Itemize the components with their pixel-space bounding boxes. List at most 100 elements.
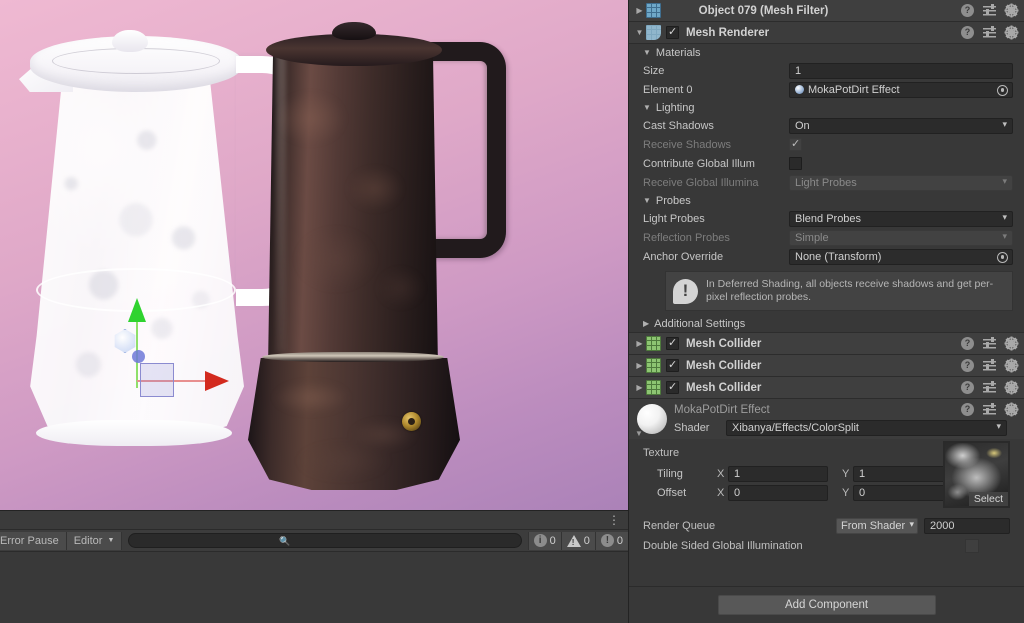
preset-icon[interactable]: [983, 337, 996, 350]
gear-icon[interactable]: [1005, 337, 1018, 350]
foldout-arrow-expanded-icon: ▼: [643, 103, 651, 112]
foldout-arrow-expanded-icon[interactable]: ▼: [635, 429, 643, 438]
offset-x-input[interactable]: 0: [728, 484, 828, 501]
white-pot-base: [36, 420, 232, 446]
section-probes[interactable]: ▼ Probes: [629, 192, 1024, 209]
gear-icon[interactable]: [1005, 359, 1018, 372]
tiling-y-input[interactable]: 1: [853, 465, 953, 482]
add-component-button[interactable]: Add Component: [717, 595, 936, 615]
row-double-sided-gi: Double Sided Global Illumination: [629, 536, 1024, 556]
info-count: 0: [549, 534, 556, 547]
foldout-arrow-collapsed-icon[interactable]: ▶: [633, 339, 646, 348]
offset-y-value: 0: [859, 486, 866, 499]
element-0-object-field[interactable]: MokaPotDirt Effect: [789, 81, 1013, 98]
render-queue-mode-dropdown[interactable]: From Shader: [836, 518, 918, 534]
header-icons: [961, 4, 1018, 17]
gear-icon[interactable]: [1005, 381, 1018, 394]
mesh-collider-enabled-checkbox[interactable]: [666, 380, 679, 394]
row-light-probes: Light Probes Blend Probes: [629, 209, 1024, 228]
mesh-collider-enabled-checkbox[interactable]: [666, 336, 679, 350]
gear-icon[interactable]: [1005, 403, 1018, 416]
render-queue-value-input[interactable]: 2000: [924, 518, 1010, 534]
preset-icon[interactable]: [983, 381, 996, 394]
help-icon[interactable]: [961, 359, 974, 372]
tiling-x-input[interactable]: 1: [728, 465, 828, 482]
preset-icon[interactable]: [983, 403, 996, 416]
anchor-override-object-field[interactable]: None (Transform): [789, 248, 1013, 265]
reflection-probes-label: Reflection Probes: [643, 231, 730, 244]
material-header[interactable]: MokaPotDirt Effect Shader Xibanya/Effect…: [629, 399, 1024, 439]
info-counter[interactable]: i 0: [527, 531, 561, 550]
search-icon: 🔍: [279, 536, 291, 546]
foldout-arrow-collapsed-icon[interactable]: ▶: [633, 383, 646, 392]
help-icon[interactable]: [961, 381, 974, 394]
search-input[interactable]: 🔍: [128, 533, 522, 548]
help-icon[interactable]: [961, 26, 974, 39]
foldout-arrow-collapsed-icon[interactable]: ▶: [633, 6, 646, 15]
texture-thumbnail[interactable]: Select: [943, 441, 1010, 508]
scene-viewport[interactable]: [0, 0, 628, 510]
help-icon[interactable]: [961, 403, 974, 416]
cast-shadows-dropdown[interactable]: On: [789, 117, 1013, 134]
offset-y-label: Y: [842, 486, 850, 499]
offset-y-input[interactable]: 0: [853, 484, 953, 501]
contribute-gi-checkbox[interactable]: [789, 157, 802, 170]
component-header-mesh-filter[interactable]: ▶ Object 079 (Mesh Filter): [629, 0, 1024, 22]
preset-icon[interactable]: [983, 359, 996, 372]
white-pot-lid-seam: [52, 48, 220, 74]
preset-icon[interactable]: [983, 26, 996, 39]
gizmo-xy-plane-handle[interactable]: [140, 363, 174, 397]
dark-pot-base-grime: [248, 358, 460, 490]
object-picker-icon[interactable]: [997, 84, 1008, 96]
mesh-collider-enabled-checkbox[interactable]: [666, 358, 679, 372]
info-exclamation-icon: [673, 278, 698, 304]
header-icons: [961, 26, 1018, 39]
gear-icon[interactable]: [1005, 4, 1018, 17]
help-icon[interactable]: [961, 337, 974, 350]
component-header-mesh-renderer[interactable]: ▼ Mesh Renderer: [629, 22, 1024, 44]
help-icon[interactable]: [961, 4, 974, 17]
double-sided-gi-checkbox[interactable]: [965, 539, 979, 553]
dark-pot-grime: [268, 48, 438, 368]
editor-dropdown[interactable]: Editor ▼: [66, 531, 123, 550]
header-icons: [961, 381, 1018, 394]
foldout-arrow-collapsed-icon[interactable]: ▶: [633, 361, 646, 370]
warning-icon: [566, 534, 581, 547]
object-picker-icon[interactable]: [997, 251, 1008, 263]
console-log-list[interactable]: [0, 552, 628, 623]
element-0-value: MokaPotDirt Effect: [808, 83, 900, 96]
shader-row: Shader Xibanya/Effects/ColorSplit: [674, 420, 1018, 436]
material-name: MokaPotDirt Effect: [674, 404, 770, 416]
dark-pot-highlight: [276, 52, 286, 352]
shader-dropdown[interactable]: Xibanya/Effects/ColorSplit: [726, 420, 1007, 436]
section-lighting[interactable]: ▼ Lighting: [629, 99, 1024, 116]
component-header-mesh-collider-2[interactable]: ▶ Mesh Collider: [629, 355, 1024, 377]
light-probes-dropdown[interactable]: Blend Probes: [789, 210, 1013, 227]
render-queue-mode-value: From Shader: [841, 520, 906, 532]
section-additional-settings[interactable]: ▶ Additional Settings: [629, 315, 1024, 332]
error-counter[interactable]: ! 0: [594, 531, 628, 550]
section-materials[interactable]: ▼ Materials: [629, 44, 1024, 61]
component-header-mesh-collider-3[interactable]: ▶ Mesh Collider: [629, 377, 1024, 399]
mesh-collider-title: Mesh Collider: [686, 381, 762, 394]
foldout-arrow-expanded-icon[interactable]: ▼: [633, 28, 646, 37]
gear-icon[interactable]: [1005, 26, 1018, 39]
warning-counter[interactable]: 0: [560, 531, 595, 550]
kebab-menu-icon[interactable]: ⋮: [608, 513, 620, 528]
contribute-gi-label: Contribute Global Illum: [643, 157, 755, 170]
gizmo-z-axis-handle[interactable]: [132, 350, 145, 363]
dark-pot-collar: [262, 352, 444, 362]
texture-select-button[interactable]: Select: [968, 492, 1008, 506]
console-tab-row: ⋮: [0, 511, 628, 530]
mesh-renderer-enabled-checkbox[interactable]: [666, 25, 679, 39]
preset-icon[interactable]: [983, 4, 996, 17]
cast-shadows-value: On: [795, 119, 810, 132]
tiling-x-label: X: [717, 467, 725, 480]
gizmo-y-axis-arrow[interactable]: [128, 298, 146, 322]
error-pause-button[interactable]: Error Pause: [0, 531, 67, 550]
size-input[interactable]: 1: [789, 62, 1013, 79]
mesh-collider-title: Mesh Collider: [686, 337, 762, 350]
row-size: Size 1: [629, 61, 1024, 80]
gizmo-x-axis-arrow[interactable]: [205, 371, 229, 391]
component-header-mesh-collider-1[interactable]: ▶ Mesh Collider: [629, 333, 1024, 355]
